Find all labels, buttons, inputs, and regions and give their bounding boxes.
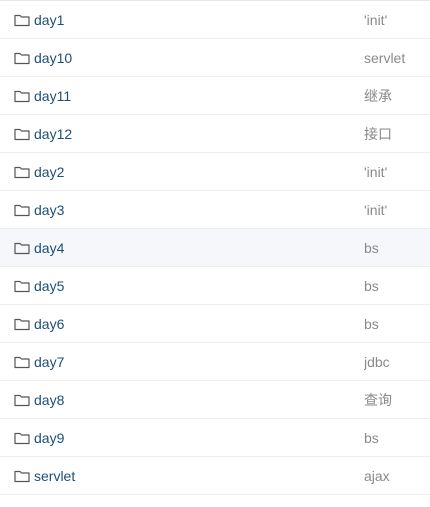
commit-message[interactable]: jdbc [364, 354, 430, 370]
folder-icon [14, 13, 30, 27]
folder-name-link[interactable]: day1 [34, 12, 364, 28]
file-row[interactable]: servlet ajax [0, 457, 430, 495]
file-row[interactable]: day11 继承 [0, 77, 430, 115]
folder-name-link[interactable]: day12 [34, 126, 364, 142]
folder-icon [14, 279, 30, 293]
file-list: day1 'init' day10 servlet day11 继承 day12… [0, 0, 430, 507]
file-row[interactable]: day12 接口 [0, 115, 430, 153]
folder-icon [14, 355, 30, 369]
folder-name-link[interactable]: day7 [34, 354, 364, 370]
file-row[interactable]: day5 bs [0, 267, 430, 305]
folder-name-link[interactable]: day6 [34, 316, 364, 332]
folder-icon [14, 393, 30, 407]
folder-name-link[interactable]: day4 [34, 240, 364, 256]
folder-name-link[interactable]: day3 [34, 202, 364, 218]
folder-icon [14, 469, 30, 483]
commit-message[interactable]: 'init' [364, 202, 430, 218]
folder-icon [14, 89, 30, 103]
commit-message[interactable]: bs [364, 316, 430, 332]
commit-message[interactable]: servlet [364, 50, 430, 66]
file-row[interactable]: day2 'init' [0, 153, 430, 191]
commit-message[interactable]: 接口 [364, 124, 430, 144]
file-row[interactable]: day10 servlet [0, 39, 430, 77]
folder-name-link[interactable]: day10 [34, 50, 364, 66]
commit-message[interactable]: bs [364, 430, 430, 446]
folder-name-link[interactable]: servlet [34, 468, 364, 484]
folder-name-link[interactable]: day2 [34, 164, 364, 180]
commit-message[interactable]: 查询 [364, 390, 430, 410]
commit-message[interactable]: 'init' [364, 164, 430, 180]
folder-name-link[interactable]: day5 [34, 278, 364, 294]
folder-name-link[interactable]: day9 [34, 430, 364, 446]
file-row[interactable]: day3 'init' [0, 191, 430, 229]
commit-message[interactable]: ajax [364, 468, 430, 484]
commit-message[interactable]: bs [364, 278, 430, 294]
folder-icon [14, 317, 30, 331]
file-row[interactable]: day6 bs [0, 305, 430, 343]
folder-icon [14, 165, 30, 179]
file-row[interactable]: day4 bs [0, 229, 430, 267]
file-row[interactable]: day1 'init' [0, 1, 430, 39]
folder-icon [14, 51, 30, 65]
folder-name-link[interactable]: day8 [34, 392, 364, 408]
folder-icon [14, 431, 30, 445]
file-row[interactable]: day7 jdbc [0, 343, 430, 381]
commit-message[interactable]: 继承 [364, 86, 430, 106]
folder-icon [14, 241, 30, 255]
commit-message[interactable]: 'init' [364, 12, 430, 28]
folder-icon [14, 203, 30, 217]
folder-name-link[interactable]: day11 [34, 88, 364, 104]
commit-message[interactable]: bs [364, 240, 430, 256]
file-row[interactable]: day8 查询 [0, 381, 430, 419]
folder-icon [14, 127, 30, 141]
file-row[interactable]: day9 bs [0, 419, 430, 457]
